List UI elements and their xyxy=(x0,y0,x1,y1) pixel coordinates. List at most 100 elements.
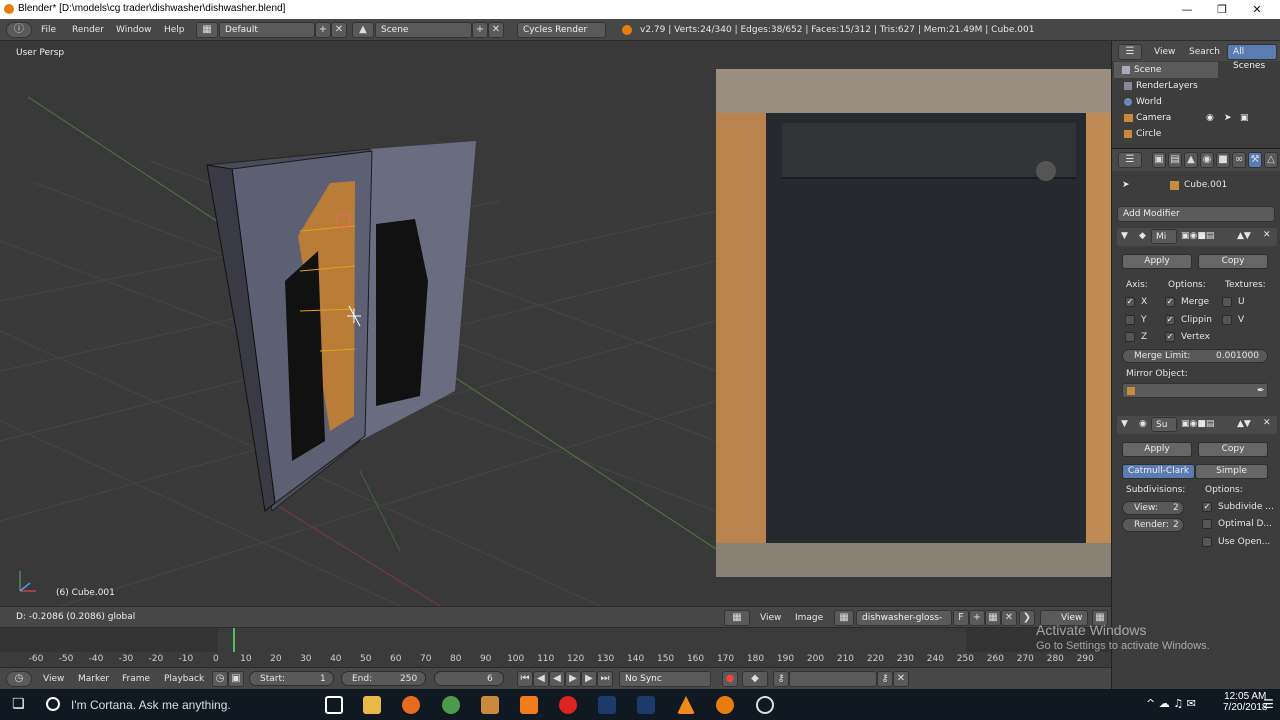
jump-to-end-icon[interactable]: ⏭ xyxy=(597,671,613,687)
image-menu-image[interactable]: Image xyxy=(795,610,823,626)
outliner-item-scene[interactable]: Scene xyxy=(1114,62,1218,78)
use-opensubdiv-checkbox[interactable] xyxy=(1202,537,1212,547)
tab-scene-icon[interactable]: ▲ xyxy=(1184,152,1198,168)
render-levels-field[interactable]: Render: 2 xyxy=(1122,518,1184,532)
menu-window[interactable]: Window xyxy=(116,22,152,38)
texture-u-checkbox[interactable] xyxy=(1222,297,1232,307)
maximize-button[interactable]: ❐ xyxy=(1205,0,1239,19)
outliner-item-circle[interactable]: Circle xyxy=(1112,126,1272,138)
outliner-menu-search[interactable]: Search xyxy=(1189,44,1220,60)
move-modifier-icons[interactable]: ▲▼ xyxy=(1237,419,1251,429)
pin-image-button[interactable]: ❯ xyxy=(1019,610,1035,626)
outliner-item-world[interactable]: World xyxy=(1112,94,1272,110)
mirror-modifier-header[interactable]: ▼ ◆ Mi ▣◉■▤ ▲▼ ✕ xyxy=(1117,228,1277,246)
add-scene-button[interactable]: + xyxy=(472,22,488,38)
image-name-field[interactable]: dishwasher-gloss-bl... xyxy=(856,610,952,637)
open-image-button[interactable]: ▦ xyxy=(985,610,1001,626)
delete-scene-button[interactable]: ✕ xyxy=(488,22,504,38)
timeline-menu-frame[interactable]: Frame xyxy=(122,671,150,687)
editor-type-image-icon[interactable]: ▦ xyxy=(724,610,750,626)
start-frame-field[interactable]: Start: 1 xyxy=(249,671,334,686)
tab-object-icon[interactable]: ■ xyxy=(1216,152,1230,168)
selectability-cursor-icon[interactable]: ➤ xyxy=(1224,110,1232,126)
add-layout-button[interactable]: + xyxy=(315,22,331,38)
play-reverse-icon[interactable]: ◀ xyxy=(549,671,565,687)
outliner-item-camera[interactable]: Camera ◉ ➤ ▣ xyxy=(1112,110,1272,126)
timeline-menu-view[interactable]: View xyxy=(43,671,64,687)
taskbar-clock[interactable]: 12:05 AM 7/20/2018 xyxy=(1223,691,1268,713)
jump-to-keyframe-back-icon[interactable]: ◀ xyxy=(533,671,549,687)
notifications-icon[interactable]: ☰ xyxy=(1263,697,1274,711)
timeline[interactable]: -60 -50 -40 -30 -20 -10 0 10 20 30 40 50 60 70 80 90 100… xyxy=(0,627,1111,667)
new-image-button[interactable]: + xyxy=(969,610,985,626)
subdivide-uvs-checkbox[interactable]: ✓ xyxy=(1202,502,1212,512)
simple-button[interactable]: Simple xyxy=(1195,464,1268,479)
opera-icon[interactable] xyxy=(559,696,577,714)
cortana-search-box[interactable]: I'm Cortana. Ask me anything. xyxy=(71,698,231,712)
render-camera-icon[interactable]: ▣ xyxy=(1240,110,1249,126)
unlink-image-button[interactable]: ✕ xyxy=(1001,610,1017,626)
photoshop-icon[interactable] xyxy=(598,696,616,714)
clipping-checkbox[interactable]: ✓ xyxy=(1165,315,1175,325)
menu-help[interactable]: Help xyxy=(164,22,185,38)
keying-icon[interactable]: ◆ xyxy=(742,671,768,687)
firefox-icon[interactable] xyxy=(402,696,420,714)
fake-user-button[interactable]: F xyxy=(953,610,969,626)
tab-constraints-icon[interactable]: ∞ xyxy=(1232,152,1246,168)
minimize-button[interactable]: — xyxy=(1170,0,1204,19)
preview-range-icon[interactable]: ◷ xyxy=(212,671,228,687)
move-modifier-icons[interactable]: ▲▼ xyxy=(1237,231,1251,241)
catmull-clark-button[interactable]: Catmull-Clark xyxy=(1122,464,1195,479)
3d-viewport[interactable]: User Persp (6) Cube.001 xyxy=(0,41,716,606)
menu-file[interactable]: File xyxy=(41,22,56,38)
task-view-icon[interactable] xyxy=(325,696,343,714)
tab-modifiers-icon[interactable]: ⚒ xyxy=(1248,152,1262,168)
screen-layout-select[interactable]: Default xyxy=(219,22,315,38)
mirror-object-field[interactable]: ✒ xyxy=(1122,383,1268,398)
mirror-modifier-name[interactable]: Mi xyxy=(1151,229,1177,244)
outliner-menu-view[interactable]: View xyxy=(1154,44,1175,60)
view-levels-field[interactable]: View: 2 xyxy=(1122,501,1184,515)
editor-type-info-icon[interactable]: ⓘ xyxy=(6,22,32,38)
current-frame-field[interactable]: 6 xyxy=(434,671,504,686)
system-tray-icons[interactable]: ^ ☁ ♫ ✉ xyxy=(1146,697,1196,710)
jump-to-start-icon[interactable]: ⏮ xyxy=(517,671,533,687)
archive-icon[interactable] xyxy=(481,696,499,714)
scene-icon[interactable]: ▲ xyxy=(352,22,374,38)
subsurf-apply-button[interactable]: Apply xyxy=(1122,442,1192,457)
axis-z-checkbox[interactable] xyxy=(1125,332,1135,342)
properties-editor[interactable]: ☰ ▣ ▤ ▲ ◉ ■ ∞ ⚒ △ ➤ Cube.001 Add Modifie… xyxy=(1111,149,1280,689)
windows-start-icon[interactable]: ❏ xyxy=(12,696,28,712)
sync-mode-select[interactable]: No Sync xyxy=(619,671,711,687)
file-explorer-icon[interactable] xyxy=(363,696,381,714)
editor-type-properties-icon[interactable]: ☰ xyxy=(1118,152,1142,168)
vertex-groups-checkbox[interactable]: ✓ xyxy=(1165,332,1175,342)
collapse-arrow-icon[interactable]: ▼ xyxy=(1121,419,1128,429)
keying-set-icon[interactable]: ⚷ xyxy=(773,671,789,687)
editor-type-outliner-icon[interactable]: ☰ xyxy=(1118,44,1142,60)
close-button[interactable]: ✕ xyxy=(1240,0,1274,19)
screen-layout-icon[interactable]: ▦ xyxy=(196,22,218,38)
editor-type-timeline-icon[interactable]: ◷ xyxy=(6,671,32,687)
image-editor[interactable] xyxy=(716,41,1111,606)
subsurf-modifier-header[interactable]: ▼ ◉ Su ▣◉■▤ ▲▼ ✕ xyxy=(1117,416,1277,434)
obs-icon[interactable] xyxy=(756,696,774,714)
delete-layout-button[interactable]: ✕ xyxy=(331,22,347,38)
remove-modifier-icon[interactable]: ✕ xyxy=(1263,418,1271,428)
eyedropper-icon[interactable]: ✒ xyxy=(1257,384,1265,398)
axis-x-checkbox[interactable]: ✓ xyxy=(1125,297,1135,307)
tab-layers-icon[interactable]: ▤ xyxy=(1168,152,1182,168)
photoshop-icon[interactable] xyxy=(637,696,655,714)
scene-select[interactable]: Scene xyxy=(375,22,472,38)
tab-render-icon[interactable]: ▣ xyxy=(1152,152,1166,168)
outliner[interactable]: ☰ View Search All Scenes Scene RenderLay… xyxy=(1111,41,1280,148)
lock-range-icon[interactable]: ▣ xyxy=(228,671,244,687)
end-frame-field[interactable]: End: 250 xyxy=(341,671,426,686)
play-icon[interactable]: ▶ xyxy=(565,671,581,687)
merge-checkbox[interactable]: ✓ xyxy=(1165,297,1175,307)
outliner-filter-select[interactable]: All Scenes xyxy=(1227,44,1277,71)
modifier-visibility-icons[interactable]: ▣◉■▤ xyxy=(1181,419,1214,429)
timeline-menu-marker[interactable]: Marker xyxy=(78,671,109,687)
chrome-icon[interactable] xyxy=(442,696,460,714)
cortana-icon[interactable] xyxy=(46,697,60,711)
